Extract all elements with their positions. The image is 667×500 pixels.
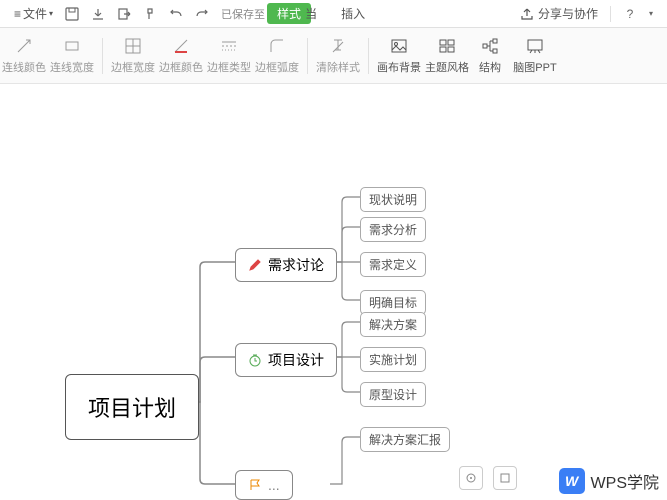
tool-locate-icon[interactable]	[459, 466, 483, 490]
node-root[interactable]: 项目计划	[65, 374, 199, 440]
share-icon	[520, 7, 534, 21]
export-icon[interactable]	[111, 1, 137, 27]
ribbon-mindmap-ppt[interactable]: 脑图PPT	[509, 36, 561, 75]
ribbon-theme-style[interactable]: 主题风格	[423, 36, 471, 75]
line-width-icon	[62, 36, 82, 56]
node-leaf[interactable]: 现状说明	[360, 187, 426, 212]
border-color-icon	[171, 36, 191, 56]
clear-style-icon	[328, 36, 348, 56]
ppt-icon	[525, 36, 545, 56]
ribbon-line-width[interactable]: 连线宽度	[48, 36, 96, 75]
wps-logo-icon: W	[559, 468, 585, 494]
save-status: 已保存至	[221, 6, 265, 22]
ribbon-structure[interactable]: 结构	[471, 36, 509, 75]
border-radius-icon	[267, 36, 287, 56]
share-button[interactable]: 分享与协作	[514, 5, 604, 22]
flag-icon	[248, 478, 262, 492]
file-menu[interactable]: ≡文件▾	[8, 5, 59, 22]
theme-style-icon	[437, 36, 457, 56]
save-icon[interactable]	[59, 1, 85, 27]
timer-icon	[248, 353, 262, 367]
node-branch-2[interactable]: 项目设计	[235, 343, 337, 377]
node-leaf[interactable]: 需求分析	[360, 217, 426, 242]
undo-icon[interactable]	[163, 1, 189, 27]
ribbon-clear-style[interactable]: 清除样式	[314, 36, 362, 75]
structure-icon	[480, 36, 500, 56]
ribbon-border-radius[interactable]: 边框弧度	[253, 36, 301, 75]
border-style-icon	[219, 36, 239, 56]
node-branch-1[interactable]: 需求讨论	[235, 248, 337, 282]
tool-collapse-icon[interactable]	[493, 466, 517, 490]
ribbon-canvas-bg[interactable]: 画布背景	[375, 36, 423, 75]
line-color-icon	[14, 36, 34, 56]
node-leaf[interactable]: 原型设计	[360, 382, 426, 407]
node-leaf[interactable]: 实施计划	[360, 347, 426, 372]
ribbon-border-width[interactable]: 边框宽度	[109, 36, 157, 75]
tab-insert[interactable]: 插入	[331, 3, 375, 24]
node-leaf[interactable]: 解决方案汇报	[360, 427, 450, 452]
download-icon[interactable]	[85, 1, 111, 27]
top-menu-bar: ≡文件▾ 已保存至 样式 当 插入 分享与协作 ? ▾	[0, 0, 667, 28]
format-painter-icon[interactable]	[137, 1, 163, 27]
ribbon-border-color[interactable]: 边框颜色	[157, 36, 205, 75]
canvas-bg-icon	[389, 36, 409, 56]
ribbon-border-style[interactable]: 边框类型	[205, 36, 253, 75]
canvas-tools	[459, 466, 517, 490]
help-icon[interactable]: ?	[617, 1, 643, 27]
tab-partial: 当	[305, 3, 327, 24]
mindmap-canvas[interactable]: 项目计划 需求讨论 现状说明 需求分析 需求定义 明确目标 项目设计 解决方案 …	[0, 84, 667, 500]
node-leaf[interactable]: 需求定义	[360, 252, 426, 277]
pencil-icon	[248, 258, 262, 272]
border-width-icon	[123, 36, 143, 56]
ribbon-line-color[interactable]: 连线颜色	[0, 36, 48, 75]
dropdown-icon[interactable]: ▾	[643, 1, 659, 27]
node-branch-3[interactable]: ...	[235, 470, 293, 500]
watermark: W WPS学院	[559, 468, 659, 494]
ribbon-toolbar: 连线颜色 连线宽度 边框宽度 边框颜色 边框类型 边框弧度 清除样式 画布背景 …	[0, 28, 667, 84]
node-leaf[interactable]: 解决方案	[360, 312, 426, 337]
redo-icon[interactable]	[189, 1, 215, 27]
